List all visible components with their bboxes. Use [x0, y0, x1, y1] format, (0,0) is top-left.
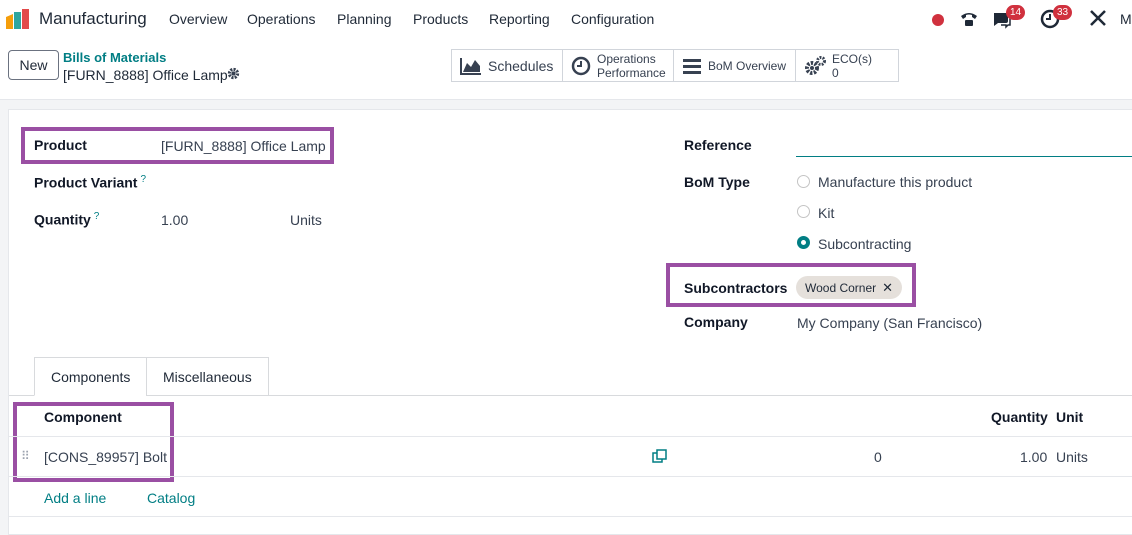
reference-label: Reference [684, 137, 752, 153]
product-variant-label: Product Variant? [34, 174, 146, 191]
ecos-count: 0 [832, 65, 839, 80]
operations-performance-label-2: Performance [597, 65, 666, 80]
quantity-field[interactable]: 1.00 [161, 212, 188, 228]
availability-cell: 0 [874, 449, 882, 465]
activity-count-badge: 33 [1053, 5, 1073, 20]
close-icon[interactable]: ✕ [882, 280, 893, 295]
bom-type-radio-kit[interactable] [797, 205, 810, 218]
top-navbar: Manufacturing Overview Operations Planni… [0, 0, 1132, 38]
phone-icon[interactable] [959, 9, 979, 32]
quantity-label-text: Quantity [34, 211, 91, 228]
recording-dot-icon[interactable] [932, 13, 944, 29]
menu-planning[interactable]: Planning [337, 11, 392, 27]
table-footer-divider [9, 516, 1132, 517]
user-avatar-initial[interactable]: M [1120, 11, 1132, 27]
manufacturing-app-icon[interactable] [6, 9, 32, 29]
tab-miscellaneous[interactable]: Miscellaneous [146, 357, 269, 396]
bom-type-label: BoM Type [684, 174, 750, 190]
company-label: Company [684, 314, 748, 330]
bom-type-radio-manufacture[interactable] [797, 175, 810, 188]
product-variant-label-text: Product Variant [34, 174, 138, 191]
bom-type-option-manufacture[interactable]: Manufacture this product [818, 174, 972, 190]
reference-input[interactable] [796, 156, 1132, 157]
row-divider [9, 476, 1132, 477]
column-header-component[interactable]: Component [44, 409, 122, 425]
cogs-icon [805, 55, 826, 75]
breadcrumb-parent[interactable]: Bills of Materials [63, 50, 166, 65]
menu-products[interactable]: Products [413, 11, 468, 27]
subcontractors-label: Subcontractors [684, 280, 788, 296]
ecos-button[interactable]: ECO(s) 0 [796, 50, 898, 81]
breadcrumb-current: [FURN_8888] Office Lamp [63, 67, 228, 83]
subcontractor-tag[interactable]: Wood Corner ✕ [796, 276, 903, 299]
area-chart-icon [460, 57, 481, 75]
quantity-uom-field[interactable]: Units [290, 212, 322, 228]
gear-icon[interactable] [227, 67, 240, 83]
menu-reporting[interactable]: Reporting [489, 11, 550, 27]
drag-handle-icon[interactable]: ⠿ [21, 449, 30, 463]
bom-type-option-subcontracting[interactable]: Subcontracting [818, 236, 911, 252]
company-field[interactable]: My Company (San Francisco) [797, 315, 982, 331]
table-header-divider [9, 436, 1132, 437]
bom-overview-button[interactable]: BoM Overview [674, 50, 796, 81]
add-line-link[interactable]: Add a line [44, 490, 106, 506]
quantity-label: Quantity? [34, 211, 99, 228]
smart-buttons: Schedules Operations Performance BoM Ove… [451, 49, 899, 82]
clock-icon [571, 56, 591, 75]
forecast-report-icon[interactable] [652, 449, 667, 467]
operations-performance-button[interactable]: Operations Performance [563, 50, 674, 81]
operations-performance-label-1: Operations [597, 51, 656, 66]
bom-overview-label: BoM Overview [708, 58, 787, 73]
product-label: Product [34, 137, 87, 153]
quantity-cell[interactable]: 1.00 [1020, 449, 1047, 465]
help-icon[interactable]: ? [94, 211, 100, 222]
column-header-unit[interactable]: Unit [1056, 409, 1083, 425]
menu-configuration[interactable]: Configuration [571, 11, 654, 27]
menu-operations[interactable]: Operations [247, 11, 315, 27]
schedules-label: Schedules [488, 57, 554, 74]
new-button[interactable]: New [8, 50, 59, 80]
bars-icon [683, 58, 701, 74]
tools-icon[interactable] [1089, 9, 1107, 30]
schedules-button[interactable]: Schedules [452, 50, 563, 81]
component-cell[interactable]: [CONS_89957] Bolt [44, 449, 167, 465]
ecos-label: ECO(s) [832, 51, 872, 66]
messages-count-badge: 14 [1006, 5, 1026, 20]
help-icon[interactable]: ? [140, 174, 146, 185]
menu-overview[interactable]: Overview [169, 11, 227, 27]
bom-type-option-kit[interactable]: Kit [818, 205, 834, 221]
product-field[interactable]: [FURN_8888] Office Lamp [161, 138, 326, 154]
tab-components[interactable]: Components [34, 357, 148, 396]
catalog-link[interactable]: Catalog [147, 490, 195, 506]
bom-type-radio-subcontracting[interactable] [797, 236, 810, 249]
subcontractor-tag-label: Wood Corner [805, 281, 877, 295]
column-header-quantity[interactable]: Quantity [991, 409, 1048, 425]
form-sheet: Product [FURN_8888] Office Lamp Product … [8, 109, 1132, 535]
control-panel: New Bills of Materials [FURN_8888] Offic… [0, 38, 1132, 100]
app-name[interactable]: Manufacturing [39, 9, 147, 29]
unit-cell[interactable]: Units [1056, 449, 1088, 465]
